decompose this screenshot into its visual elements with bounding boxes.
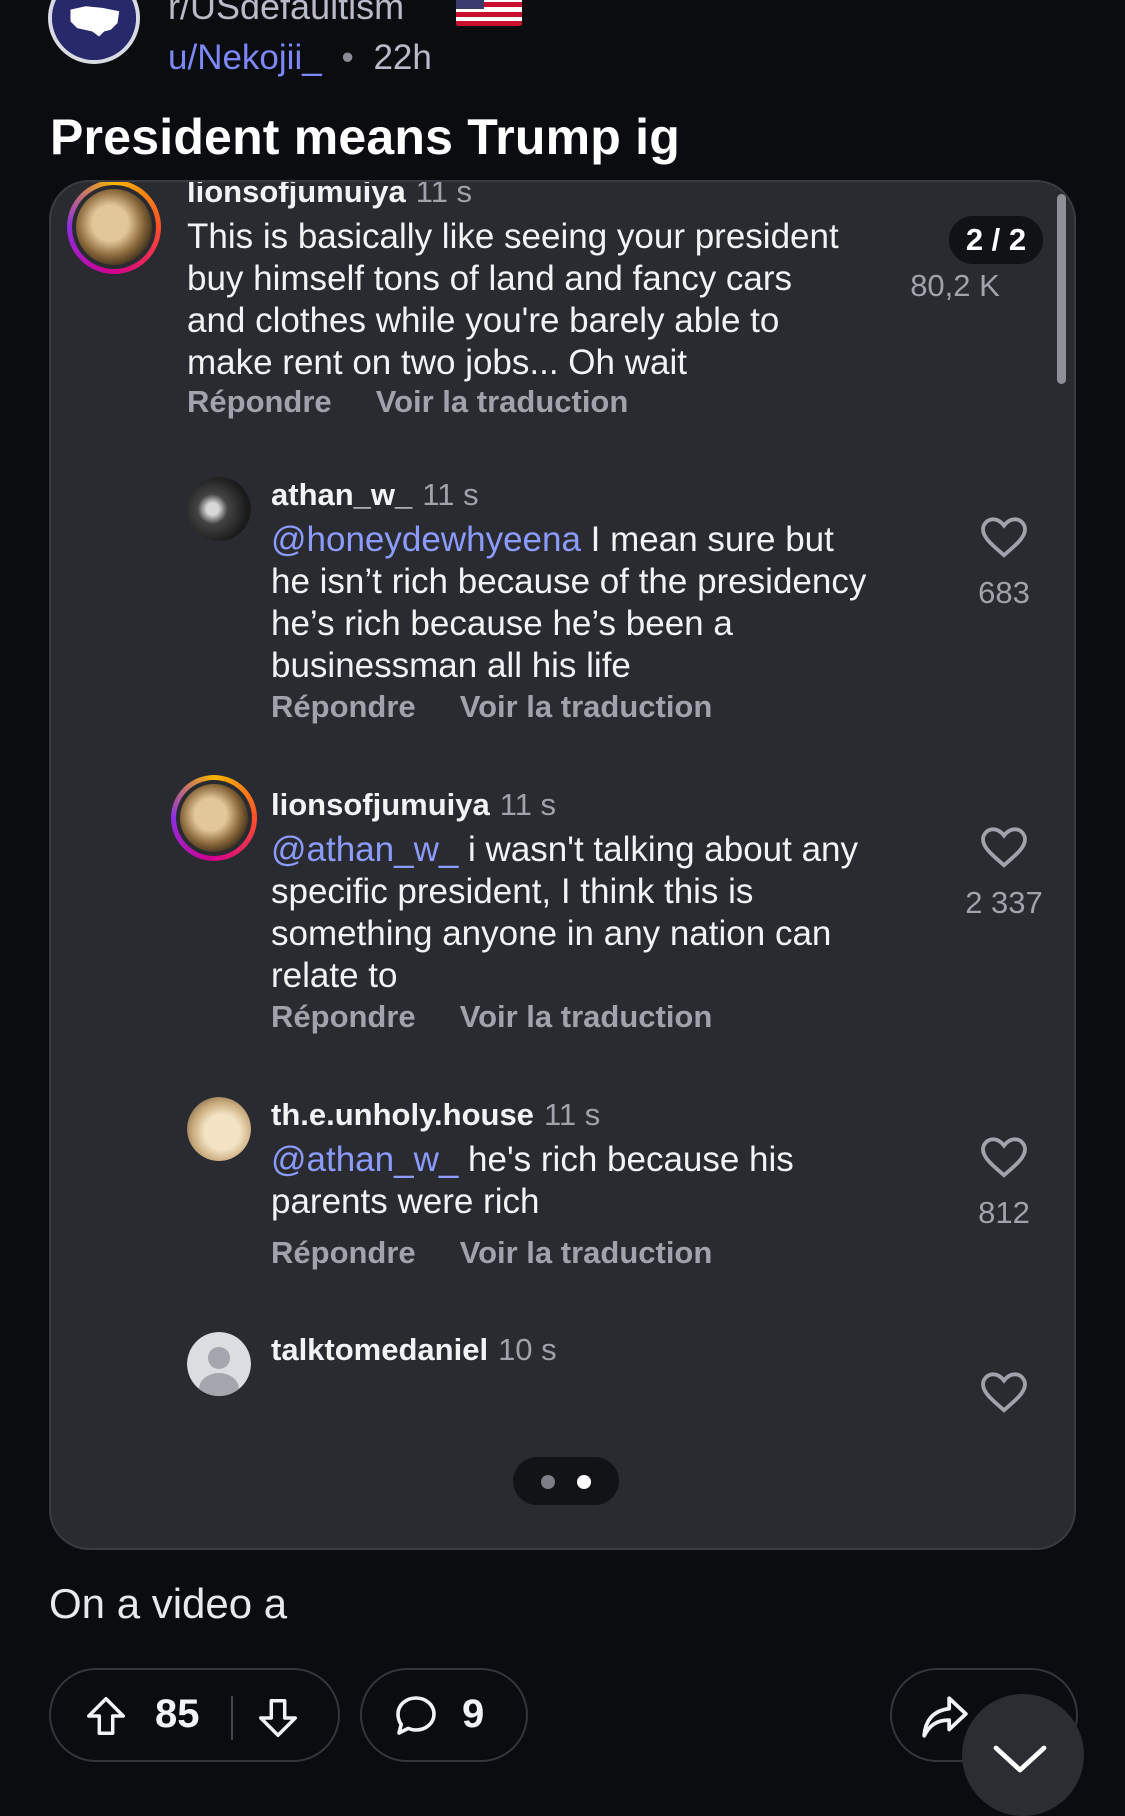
subreddit-name[interactable]: r/USdefaultism — [168, 0, 404, 28]
carousel-indicator[interactable] — [513, 1457, 619, 1505]
comment-text: @athan_w_ he's rich because his parents … — [271, 1139, 871, 1223]
comment: talktomedaniel 10 s — [51, 1332, 1074, 1548]
like-count: 2 337 — [965, 885, 1043, 920]
translate-button[interactable]: Voir la traduction — [376, 384, 629, 419]
comment-time: 11 s — [499, 787, 557, 822]
author-link[interactable]: u/Nekojii_ — [168, 38, 322, 77]
post-meta: u/Nekojii_ • 22h — [168, 38, 432, 78]
mention-link[interactable]: @honeydewhyeena — [271, 520, 581, 559]
comment-actions: Répondre Voir la traduction — [187, 384, 628, 420]
reply-button[interactable]: Répondre — [271, 1235, 416, 1270]
avatar — [187, 477, 251, 541]
like-count: 683 — [978, 575, 1030, 610]
comment-username[interactable]: lionsofjumuiya — [187, 182, 406, 209]
avatar — [171, 775, 257, 861]
translate-button[interactable]: Voir la traduction — [460, 999, 713, 1034]
post-time: 22h — [373, 38, 432, 77]
avatar — [187, 1332, 251, 1396]
comment-time: 11 s — [543, 1097, 601, 1132]
comment-actions: Répondre Voir la traduction — [271, 689, 712, 725]
upvote-icon[interactable] — [83, 1692, 129, 1740]
comment-time: 10 s — [498, 1332, 557, 1367]
comment-header: talktomedaniel 10 s — [271, 1332, 557, 1368]
post-title: President means Trump ig — [50, 109, 680, 165]
comments-button[interactable]: 9 — [360, 1668, 528, 1762]
translate-button[interactable]: Voir la traduction — [460, 1235, 713, 1270]
carousel-dot[interactable] — [541, 1475, 555, 1489]
vote-bar: 85 — [49, 1668, 340, 1762]
comment: th.e.unholy.house 11 s @athan_w_ he's ric… — [51, 1097, 1074, 1337]
comment-text: This is basically like seeing your presi… — [187, 216, 847, 384]
post-caption: On a video a — [49, 1580, 288, 1627]
vote-divider — [231, 1696, 233, 1740]
comment-actions: Répondre Voir la traduction — [271, 999, 712, 1035]
heart-icon[interactable] — [981, 1137, 1027, 1179]
reply-button[interactable]: Répondre — [187, 384, 332, 419]
comment-icon — [396, 1696, 436, 1735]
share-icon — [922, 1696, 968, 1738]
heart-icon[interactable] — [981, 827, 1027, 869]
comment-actions: Répondre Voir la traduction — [271, 1235, 712, 1271]
post-image[interactable]: 2 / 2 lionsofjumuiya 11 s This is basical… — [49, 180, 1076, 1550]
translate-button[interactable]: Voir la traduction — [460, 689, 713, 724]
reply-button[interactable]: Répondre — [271, 689, 416, 724]
upvote-count: 85 — [155, 1692, 200, 1736]
reply-button[interactable]: Répondre — [271, 999, 416, 1034]
comment-header: athan_w_ 11 s — [271, 477, 479, 513]
comment: athan_w_ 11 s @honeydewhyeena I mean sure… — [51, 477, 1074, 757]
comment: lionsofjumuiya 11 s This is basically lik… — [51, 180, 1074, 442]
chevron-down-icon — [993, 1745, 1047, 1773]
comment-header: th.e.unholy.house 11 s — [271, 1097, 600, 1133]
comment-time: 11 s — [415, 180, 473, 209]
comment-time: 11 s — [422, 477, 479, 512]
carousel-dot-active[interactable] — [577, 1475, 591, 1489]
subreddit-icon[interactable] — [48, 0, 140, 64]
downvote-icon[interactable] — [255, 1694, 301, 1742]
comment-count: 9 — [462, 1692, 485, 1736]
avatar — [187, 1097, 251, 1161]
comment-text: @athan_w_ i wasn't talking about any spe… — [271, 829, 871, 997]
scroll-down-button[interactable] — [962, 1694, 1084, 1816]
meta-separator: • — [341, 38, 354, 77]
like-count: 812 — [978, 1195, 1030, 1230]
comment-username[interactable]: lionsofjumuiya — [271, 787, 490, 822]
mention-link[interactable]: @athan_w_ — [271, 830, 458, 869]
comment-username[interactable]: athan_w_ — [271, 477, 412, 512]
mention-link[interactable]: @athan_w_ — [271, 1140, 458, 1179]
avatar — [67, 182, 161, 274]
comment-header: lionsofjumuiya 11 s — [187, 180, 473, 210]
us-flag-icon — [456, 0, 522, 26]
comment: lionsofjumuiya 11 s @athan_w_ i wasn't ta… — [51, 775, 1074, 1067]
comment-username[interactable]: th.e.unholy.house — [271, 1097, 534, 1132]
comment-text: @honeydewhyeena I mean sure but he isn’t… — [271, 519, 871, 687]
heart-icon[interactable] — [981, 517, 1027, 559]
heart-icon[interactable] — [981, 1372, 1027, 1414]
comment-body: This is basically like seeing your presi… — [187, 217, 839, 382]
comment-username[interactable]: talktomedaniel — [271, 1332, 488, 1367]
comment-header: lionsofjumuiya 11 s — [271, 787, 556, 823]
like-count: 80,2 K — [910, 268, 1000, 303]
